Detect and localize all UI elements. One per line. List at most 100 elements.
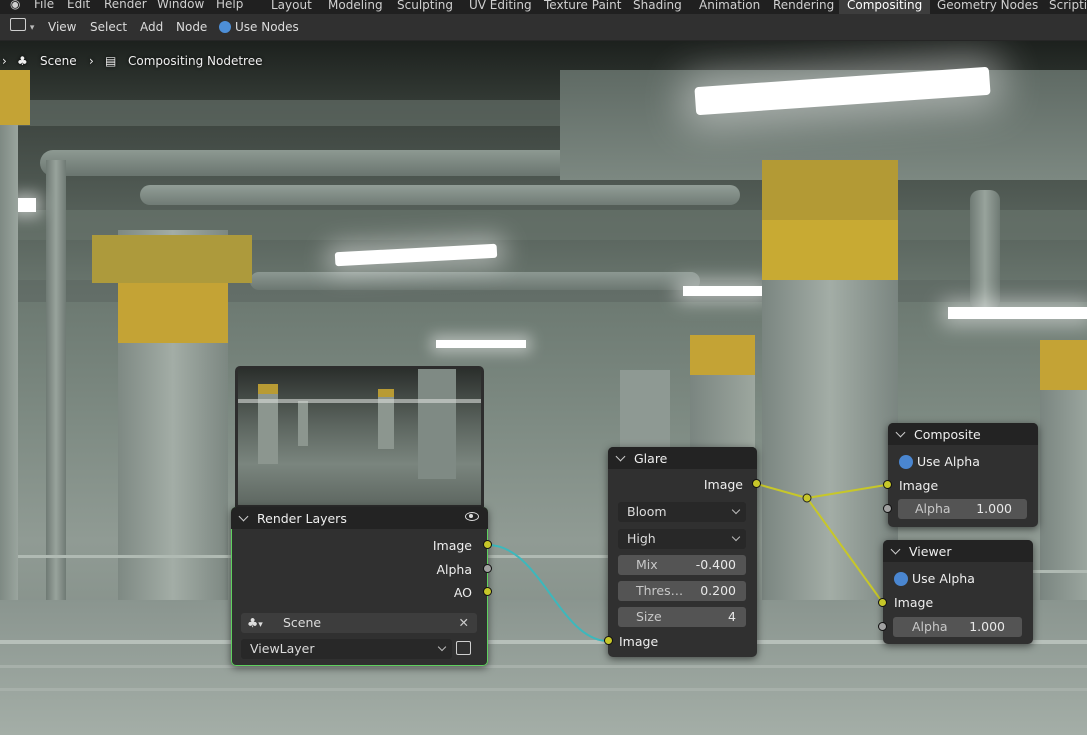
checkbox-checked-icon [219, 21, 231, 33]
chevron-down-icon [731, 532, 741, 542]
input-alpha-socket[interactable] [883, 504, 892, 513]
menu-add[interactable]: Add [140, 20, 163, 34]
alpha-value: 1.000 [969, 619, 1005, 634]
input-image-label: Image [619, 634, 659, 649]
tab-layout[interactable]: Layout [263, 0, 320, 14]
topbar: ◉ File Edit Render Window Help Layout Mo… [0, 0, 1087, 14]
node-header[interactable]: Render Layers [231, 507, 488, 529]
breadcrumb-nodetree[interactable]: Compositing Nodetree [128, 54, 263, 68]
use-nodes-checkbox[interactable]: Use Nodes [219, 20, 299, 34]
breadcrumb-scene[interactable]: Scene [40, 54, 77, 68]
input-alpha-socket[interactable] [878, 622, 887, 631]
scene-selector[interactable]: ♣▾ Scene ✕ [241, 613, 477, 633]
input-image-socket[interactable] [883, 480, 892, 489]
chevron-down-icon [437, 642, 447, 652]
threshold-label: Thres… [636, 583, 684, 598]
input-image-socket[interactable] [878, 598, 887, 607]
scene-icon: ♣ [17, 54, 28, 68]
breadcrumb-chevron-icon: › [89, 54, 94, 68]
menu-edit[interactable]: Edit [67, 0, 90, 11]
alpha-label: Alpha [915, 501, 951, 516]
use-alpha-label: Use Alpha [912, 571, 975, 586]
alpha-label: Alpha [912, 619, 948, 634]
tab-scripting[interactable]: Scripting [1041, 0, 1087, 14]
chevron-down-icon [731, 505, 741, 515]
render-layer-icon[interactable] [456, 641, 471, 655]
node-editor-icon [10, 18, 26, 31]
threshold-value: 0.200 [700, 583, 736, 598]
output-image-socket[interactable] [483, 540, 492, 549]
tab-animation[interactable]: Animation [691, 0, 768, 14]
menu-node[interactable]: Node [176, 20, 207, 34]
node-title: Composite [914, 427, 981, 442]
mix-value: -0.400 [695, 557, 736, 572]
scene-field-value: Scene [283, 615, 322, 630]
input-image-label: Image [894, 595, 934, 610]
glare-type-value: Bloom [627, 504, 667, 519]
tab-sculpting[interactable]: Sculpting [389, 0, 461, 14]
size-label: Size [636, 609, 662, 624]
menu-select[interactable]: Select [90, 20, 127, 34]
tab-compositing[interactable]: Compositing [839, 0, 931, 14]
collapse-chevron-icon[interactable] [890, 544, 901, 555]
tab-texture-paint[interactable]: Texture Paint [536, 0, 629, 14]
alpha-field[interactable]: Alpha 1.000 [893, 617, 1022, 637]
alpha-field[interactable]: Alpha 1.000 [898, 499, 1027, 519]
collapse-chevron-icon[interactable] [895, 427, 906, 438]
use-alpha-label: Use Alpha [917, 454, 980, 469]
input-image-socket[interactable] [604, 636, 613, 645]
render-preview [235, 366, 484, 507]
output-alpha-socket[interactable] [483, 564, 492, 573]
quality-value: High [627, 531, 656, 546]
composite-node[interactable]: Composite Use Alpha Image Alpha 1.000 [883, 423, 1038, 527]
viewer-node[interactable]: Viewer Use Alpha Image Alpha 1.000 [878, 540, 1033, 644]
menu-help[interactable]: Help [216, 0, 243, 11]
tab-uv-editing[interactable]: UV Editing [461, 0, 540, 14]
output-image-label: Image [703, 477, 743, 492]
use-nodes-label: Use Nodes [235, 20, 299, 34]
output-image-socket[interactable] [752, 479, 761, 488]
node-header[interactable]: Composite [888, 423, 1038, 445]
render-layers-node[interactable]: Render Layers Image Alpha AO ♣▾ Scene ✕ … [231, 507, 492, 666]
mix-field[interactable]: Mix -0.400 [618, 555, 746, 575]
editor-type-button[interactable]: ▾ [10, 18, 34, 33]
tab-modeling[interactable]: Modeling [320, 0, 391, 14]
node-title: Glare [634, 451, 668, 466]
tab-rendering[interactable]: Rendering [765, 0, 842, 14]
collapse-chevron-icon[interactable] [615, 451, 626, 462]
view-layer-value: ViewLayer [250, 641, 315, 656]
tab-geometry-nodes[interactable]: Geometry Nodes [929, 0, 1046, 14]
menu-file[interactable]: File [34, 0, 54, 11]
view-layer-selector[interactable]: ViewLayer [241, 639, 452, 659]
size-value: 4 [728, 609, 736, 624]
breadcrumb-chevron-icon: › [2, 54, 7, 68]
scene-icon: ♣▾ [247, 615, 263, 630]
clear-icon[interactable]: ✕ [459, 613, 469, 633]
chevron-down-icon: ▾ [29, 23, 35, 33]
quality-dropdown[interactable]: High [618, 529, 746, 549]
threshold-field[interactable]: Thres… 0.200 [618, 581, 746, 601]
menu-view[interactable]: View [48, 20, 76, 34]
size-field[interactable]: Size 4 [618, 607, 746, 627]
output-image-label: Image [432, 538, 472, 553]
nodetree-icon: ▤ [105, 54, 117, 68]
output-alpha-label: Alpha [436, 562, 472, 577]
output-ao-socket[interactable] [483, 587, 492, 596]
glare-type-dropdown[interactable]: Bloom [618, 502, 746, 522]
tab-shading[interactable]: Shading [625, 0, 690, 14]
node-editor-header: ▾ View Select Add Node Use Nodes [0, 14, 1087, 41]
alpha-value: 1.000 [976, 501, 1012, 516]
menu-render[interactable]: Render [104, 0, 147, 11]
menu-window[interactable]: Window [157, 0, 204, 11]
eye-icon[interactable] [465, 512, 479, 521]
use-alpha-checkbox[interactable] [894, 572, 908, 586]
node-title: Viewer [909, 544, 952, 559]
node-header[interactable]: Viewer [883, 540, 1033, 562]
input-image-label: Image [899, 478, 939, 493]
node-title: Render Layers [257, 511, 347, 526]
glare-node[interactable]: Glare Image Bloom High Mix -0.400 Thres…… [604, 447, 761, 657]
collapse-chevron-icon[interactable] [238, 511, 249, 522]
blender-logo-icon[interactable]: ◉ [10, 0, 20, 11]
use-alpha-checkbox[interactable] [899, 455, 913, 469]
node-header[interactable]: Glare [608, 447, 757, 469]
